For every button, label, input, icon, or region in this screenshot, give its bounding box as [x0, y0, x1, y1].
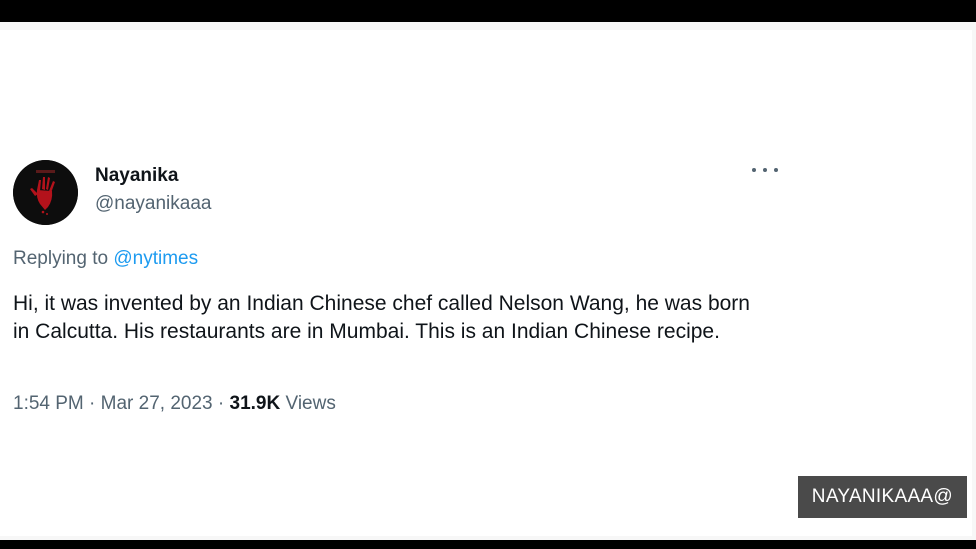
tweet-date[interactable]: Mar 27, 2023	[101, 393, 213, 414]
dot	[752, 168, 756, 172]
views-label: Views	[285, 393, 336, 414]
red-hand-icon	[13, 160, 78, 225]
replying-to-link[interactable]: @nytimes	[113, 248, 198, 269]
screenshot-frame: Nayanika @nayanikaaa Replying to @nytime…	[0, 22, 976, 540]
dot	[774, 168, 778, 172]
watermark: NAYANIKAAA@	[797, 476, 967, 518]
tweet-time[interactable]: 1:54 PM	[13, 393, 84, 414]
tweet-card: Nayanika @nayanikaaa Replying to @nytime…	[0, 30, 972, 536]
replying-to: Replying to @nytimes	[13, 248, 198, 270]
more-options-icon[interactable]	[752, 160, 778, 180]
meta-separator: ·	[89, 393, 96, 414]
user-handle[interactable]: @nayanikaaa	[95, 193, 211, 215]
display-name[interactable]: Nayanika	[95, 165, 178, 187]
tweet-meta: 1:54 PM · Mar 27, 2023 · 31.9K Views	[13, 393, 336, 415]
dot	[763, 168, 767, 172]
views-count[interactable]: 31.9K	[230, 393, 281, 414]
tweet-text: Hi, it was invented by an Indian Chinese…	[13, 292, 750, 343]
replying-prefix: Replying to	[13, 248, 109, 269]
avatar[interactable]	[13, 160, 78, 225]
meta-separator: ·	[217, 393, 225, 414]
